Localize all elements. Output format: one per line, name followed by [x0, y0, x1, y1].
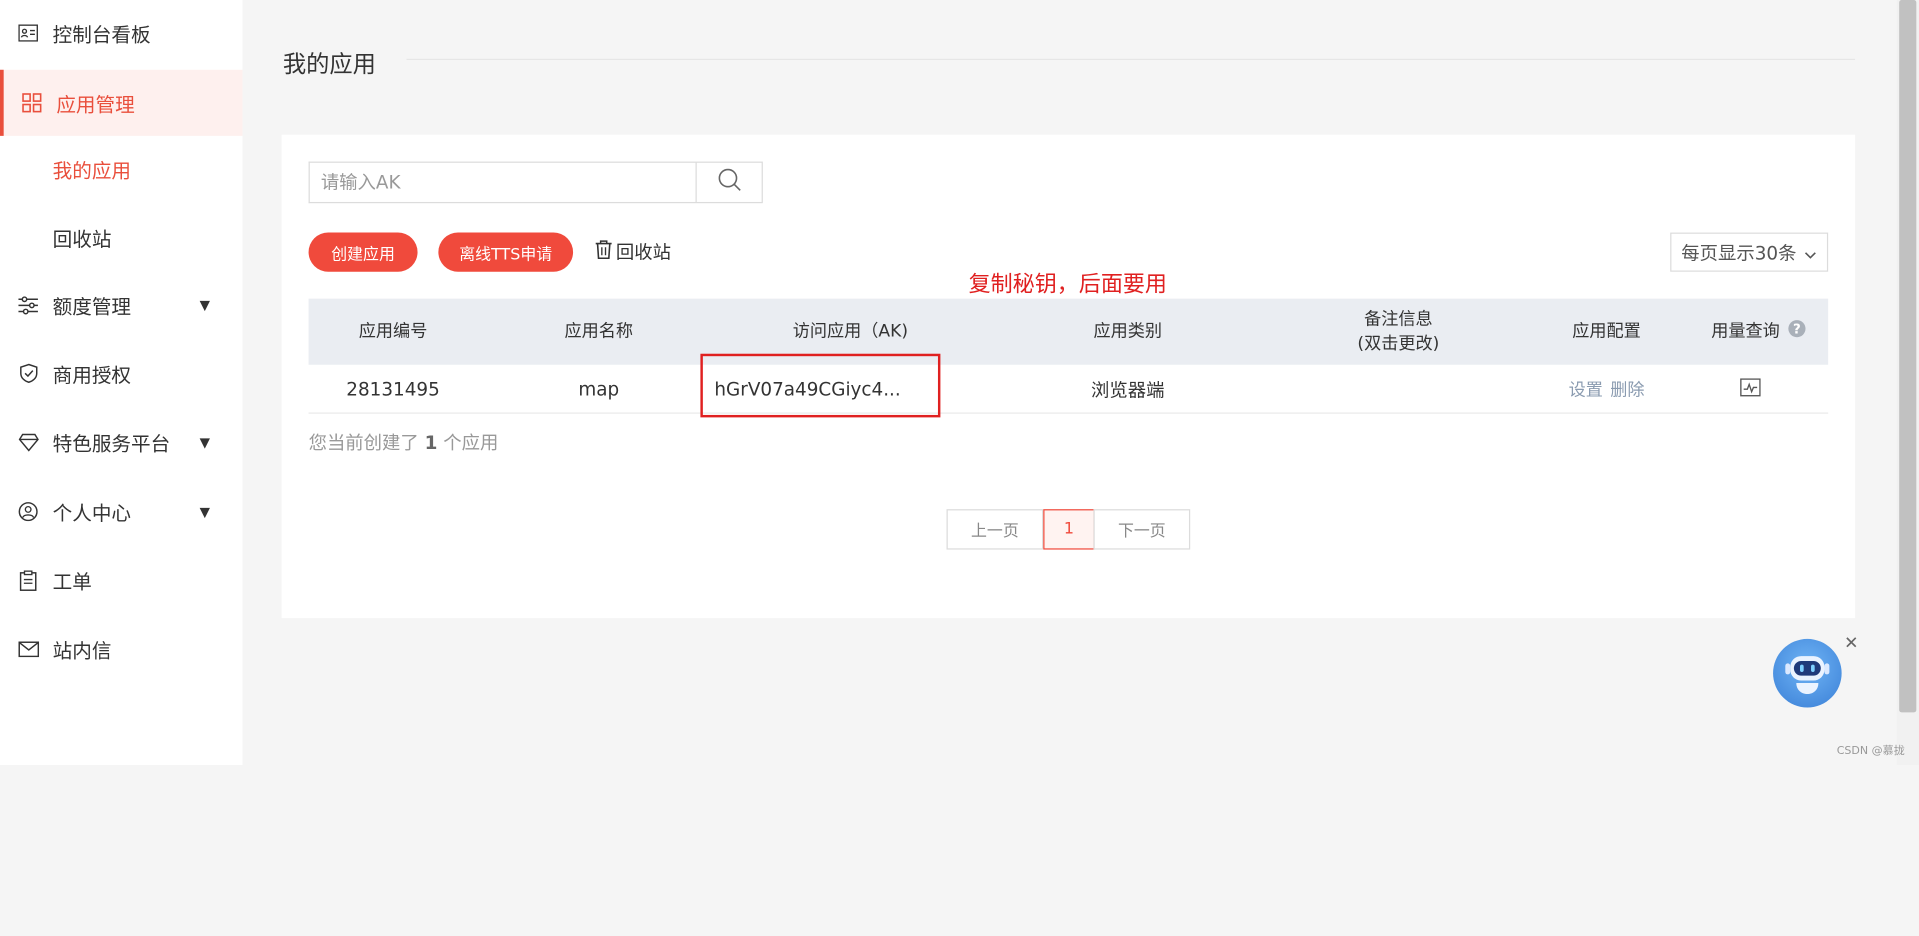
- count-value: 1: [424, 432, 438, 455]
- sidebar-item-work-order[interactable]: 工单: [0, 547, 242, 613]
- usage-chart-icon[interactable]: [1739, 377, 1761, 401]
- sidebar-item-app-management[interactable]: 应用管理: [0, 69, 243, 136]
- app-grid-icon: [21, 92, 43, 114]
- highlight-box: [700, 353, 941, 418]
- page-size-value: 每页显示30条: [1681, 241, 1797, 264]
- sidebar-item-featured-services[interactable]: 特色服务平台 ▼: [0, 409, 242, 475]
- prev-page-button[interactable]: 上一页: [946, 509, 1044, 550]
- svg-text:?: ?: [1792, 322, 1800, 337]
- chevron-down-icon: [1804, 245, 1817, 267]
- sidebar-item-label: 应用管理: [56, 93, 135, 117]
- column-header-usage: 用量查询 ?: [1690, 299, 1827, 365]
- sidebar-item-label: 工单: [52, 570, 92, 594]
- mail-icon: [17, 638, 39, 660]
- column-header-config: 应用配置: [1572, 321, 1641, 342]
- robot-assistant-icon[interactable]: [1773, 638, 1842, 708]
- settings-link[interactable]: 设置: [1569, 377, 1603, 401]
- search-box: [308, 161, 696, 204]
- offline-tts-apply-button[interactable]: 离线TTS申请: [438, 232, 574, 272]
- close-icon[interactable]: ✕: [1844, 634, 1858, 654]
- cell-app-type: 浏览器端: [1091, 378, 1165, 401]
- page-1-button[interactable]: 1: [1043, 509, 1095, 550]
- table-row: 28131495 map hGrV07a49CGiyc4... 浏览器端 设置 …: [308, 365, 1829, 414]
- sidebar-item-label: 额度管理: [52, 294, 132, 319]
- column-header-type: 应用类别: [1093, 321, 1163, 342]
- cell-usage: [1682, 365, 1817, 414]
- next-page-button[interactable]: 下一页: [1093, 509, 1191, 550]
- sidebar-item-my-apps[interactable]: 我的应用: [0, 136, 242, 202]
- delete-link[interactable]: 删除: [1610, 377, 1644, 401]
- search-icon: [717, 168, 741, 197]
- sidebar-item-label: 商用授权: [52, 363, 132, 387]
- sidebar-item-dashboard[interactable]: 控制台看板: [0, 0, 242, 66]
- recycle-bin-label: 回收站: [615, 241, 672, 264]
- annotation-note: 复制秘钥，后面要用: [968, 271, 1167, 298]
- usage-header-label: 用量查询: [1711, 321, 1780, 342]
- sidebar-item-label: 回收站: [52, 227, 112, 251]
- column-header-remark: 备注信息 (双击更改): [1313, 299, 1484, 365]
- sidebar-item-commercial-license[interactable]: 商用授权: [0, 340, 242, 406]
- cell-remark[interactable]: [1313, 365, 1484, 414]
- create-app-button[interactable]: 创建应用: [308, 232, 418, 272]
- sidebar-item-label: 特色服务平台: [52, 432, 171, 456]
- user-circle-icon: [17, 501, 39, 523]
- quota-sliders-icon: [17, 294, 39, 316]
- table-header: 应用编号 应用名称 访问应用（AK) 应用类别 备注信息 (双击更改) 应用配置…: [308, 298, 1829, 365]
- scrollbar-thumb[interactable]: [1899, 0, 1917, 713]
- clipboard-icon: [17, 569, 39, 591]
- remark-header-line2: (双击更改): [1357, 334, 1440, 354]
- remark-header-line1: 备注信息: [1364, 309, 1433, 330]
- ak-search-input[interactable]: [318, 170, 691, 195]
- sidebar-item-messages[interactable]: 站内信: [0, 616, 242, 682]
- app-count-text: 您当前创建了 1 个应用: [309, 430, 499, 456]
- dashboard-card-icon: [17, 22, 39, 44]
- page-title: 我的应用: [282, 51, 376, 79]
- column-header-name: 应用名称: [564, 321, 634, 342]
- caret-down-icon: ▼: [199, 503, 210, 520]
- sidebar-item-personal-center[interactable]: 个人中心 ▼: [0, 479, 242, 545]
- sidebar-item-label: 站内信: [52, 638, 112, 663]
- cell-app-name: map: [578, 378, 620, 401]
- sidebar-item-quota[interactable]: 额度管理 ▼: [0, 272, 242, 338]
- sidebar-item-label: 个人中心: [52, 501, 132, 526]
- cell-app-id: 28131495: [346, 378, 440, 401]
- watermark: CSDN @慕拢: [1836, 745, 1905, 758]
- cell-config: 设置 删除: [1545, 365, 1667, 414]
- column-header-id: 应用编号: [358, 321, 428, 342]
- count-suffix: 个应用: [443, 432, 499, 455]
- search-button[interactable]: [695, 161, 763, 204]
- caret-down-icon: ▼: [199, 433, 210, 450]
- page-size-select[interactable]: 每页显示30条: [1670, 232, 1829, 272]
- count-prefix: 您当前创建了: [308, 432, 419, 455]
- diamond-icon: [17, 431, 39, 453]
- recycle-bin-link[interactable]: 回收站: [595, 239, 671, 265]
- caret-down-icon: ▼: [199, 296, 210, 313]
- shield-check-icon: [17, 362, 39, 384]
- title-divider: [406, 58, 1856, 60]
- trash-icon: [595, 239, 612, 263]
- help-icon[interactable]: ?: [1787, 319, 1805, 345]
- sidebar: 控制台看板 应用管理 我的应用 回收站 额度管理 ▼ 商用授权 特色服务平台 ▼…: [0, 0, 243, 765]
- sidebar-item-recycle-bin[interactable]: 回收站: [0, 204, 242, 270]
- sidebar-item-label: 控制台看板: [52, 23, 151, 47]
- sidebar-item-label: 我的应用: [52, 159, 132, 183]
